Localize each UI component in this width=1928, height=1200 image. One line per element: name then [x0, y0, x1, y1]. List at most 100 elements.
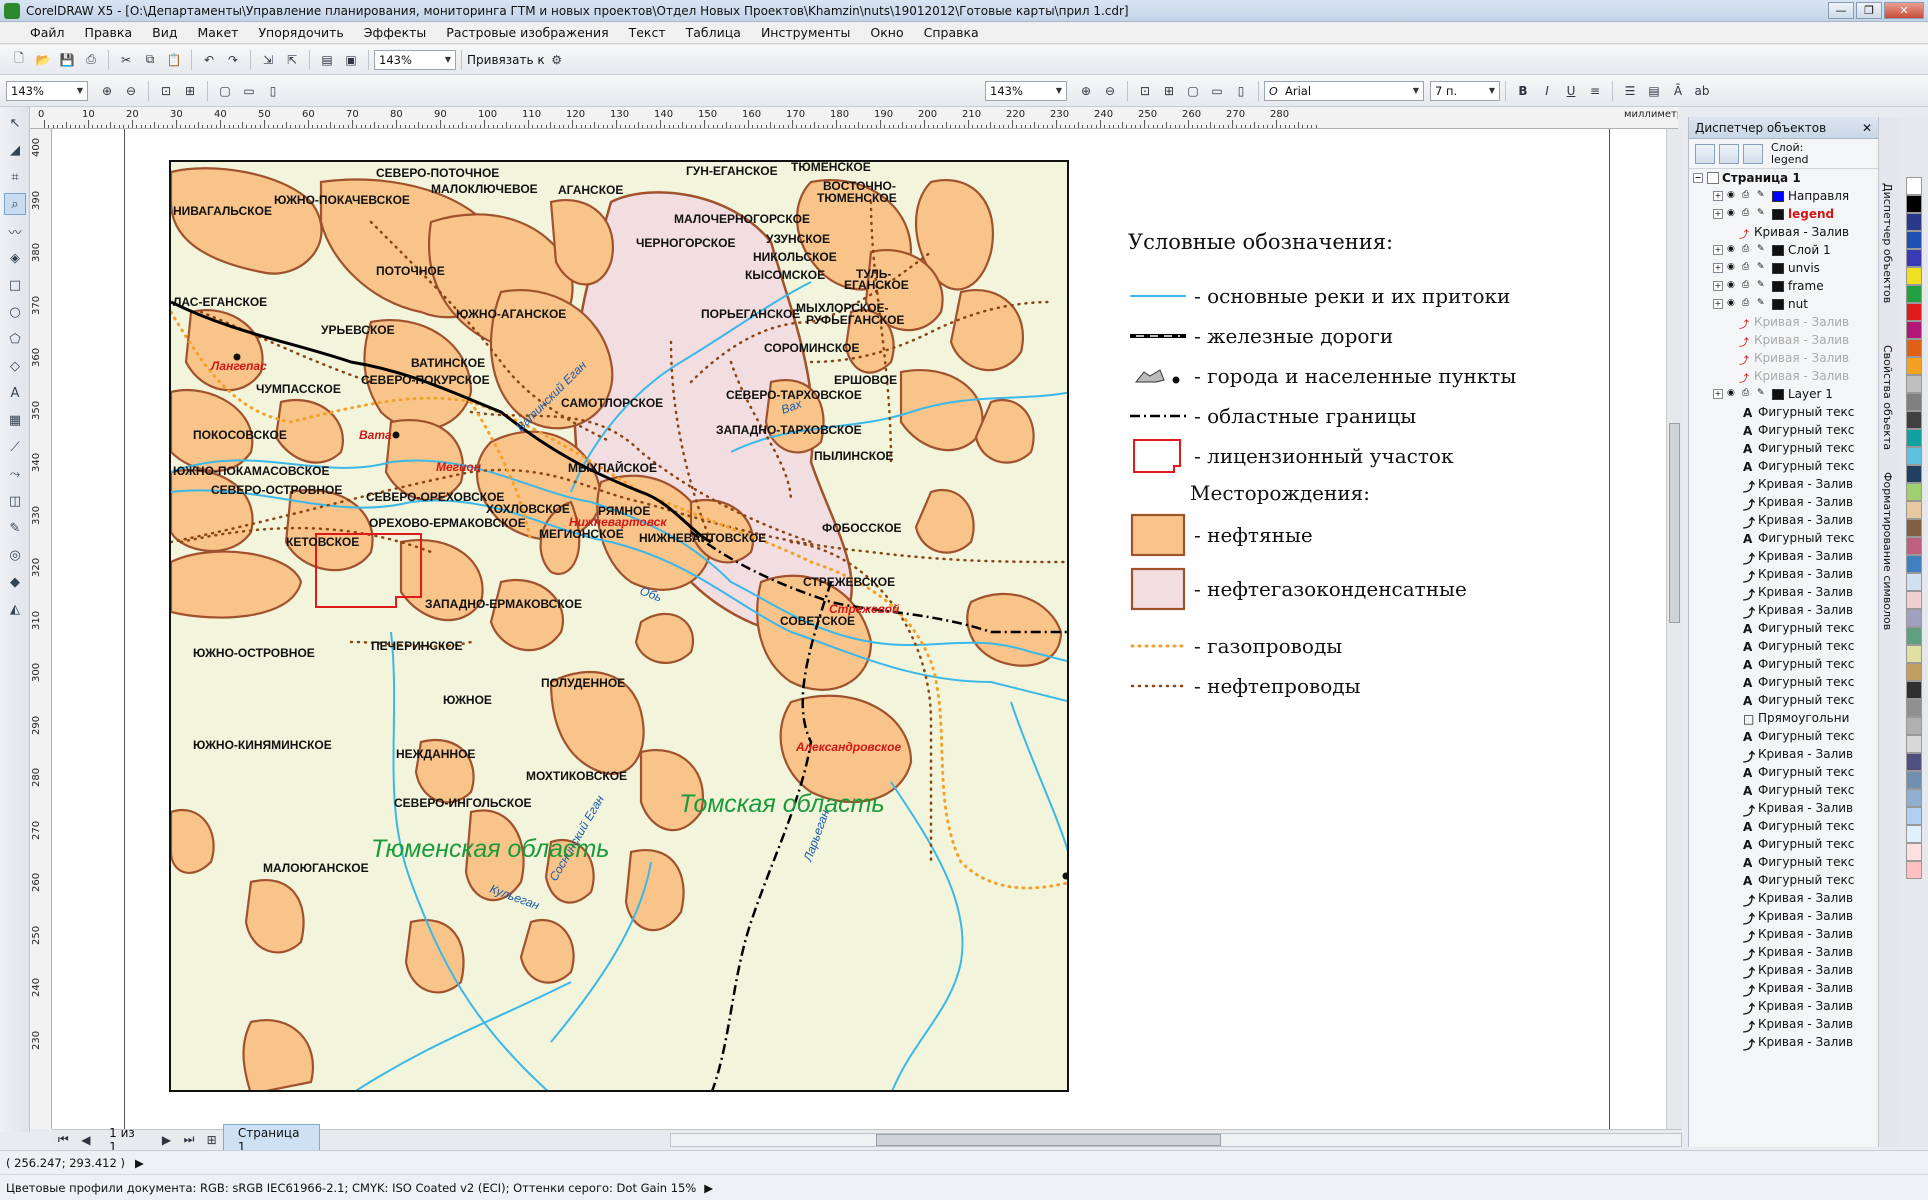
zoom-width-icon[interactable]: ▭ — [240, 82, 258, 100]
tree-object[interactable]: ⤴ Кривая - Залив — [1693, 565, 1878, 584]
zoom-selected-icon[interactable]: ⊡ — [1136, 82, 1154, 100]
tree-object[interactable]: A Фигурный текс — [1693, 637, 1878, 655]
color-swatch[interactable] — [1906, 681, 1922, 699]
tree-layer[interactable]: ⤴ Кривая - Залив — [1693, 223, 1878, 241]
snap-to-label[interactable]: Привязать к — [467, 53, 545, 67]
expand-icon[interactable]: + — [1713, 191, 1723, 201]
color-swatch[interactable] — [1906, 807, 1922, 825]
color-swatch[interactable] — [1906, 555, 1922, 573]
tree-object[interactable]: A Фигурный текс — [1693, 871, 1878, 889]
tab-object-properties[interactable]: Свойства объекта — [1879, 339, 1896, 456]
shape-tool-icon[interactable]: ◢ — [4, 139, 26, 161]
print-icon[interactable]: ⎙ — [1742, 298, 1754, 310]
open-icon[interactable]: 📂 — [34, 51, 52, 69]
expand-icon[interactable]: + — [1713, 299, 1723, 309]
new-document-icon[interactable]: 🗋 — [10, 51, 28, 69]
menu-tools[interactable]: Инструменты — [751, 25, 860, 40]
interactive-fill-icon[interactable]: ◭ — [4, 598, 26, 620]
color-swatch[interactable] — [1906, 573, 1922, 591]
color-swatch[interactable] — [1906, 789, 1922, 807]
bold-icon[interactable]: B — [1514, 82, 1532, 100]
tree-object[interactable]: ⤴ Кривая - Залив — [1693, 547, 1878, 566]
scroll-thumb[interactable] — [1669, 423, 1680, 623]
color-swatch[interactable] — [1906, 465, 1922, 483]
print-icon[interactable]: ⎙ — [1742, 190, 1754, 202]
tree-layer[interactable]: ⤴ Кривая - Залив — [1693, 367, 1878, 385]
print-icon[interactable]: ⎙ — [1742, 244, 1754, 256]
eye-icon[interactable]: ◉ — [1727, 280, 1739, 292]
tree-object[interactable]: ⤴ Кривая - Залив — [1693, 961, 1878, 980]
color-swatch[interactable] — [1906, 195, 1922, 213]
ellipse-tool-icon[interactable]: ○ — [4, 301, 26, 323]
print-icon[interactable]: ⎙ — [82, 51, 100, 69]
tree-object[interactable]: □ Прямоугольни — [1693, 709, 1878, 727]
crop-tool-icon[interactable]: ⌗ — [4, 166, 26, 188]
eye-icon[interactable]: ◉ — [1727, 262, 1739, 274]
minimize-icon[interactable]: — — [1828, 2, 1854, 19]
underline-icon[interactable]: U — [1562, 82, 1580, 100]
cut-icon[interactable]: ✂ — [117, 51, 135, 69]
copy-icon[interactable]: ⧉ — [141, 51, 159, 69]
color-swatch[interactable] — [1906, 825, 1922, 843]
horizontal-scrollbar[interactable] — [670, 1132, 1683, 1147]
zoom-tool-icon[interactable]: ⌕ — [4, 193, 26, 215]
eye-icon[interactable]: ◉ — [1727, 208, 1739, 220]
lock-icon[interactable]: ✎ — [1757, 298, 1769, 310]
tree-object[interactable]: A Фигурный текс — [1693, 673, 1878, 691]
color-swatch[interactable] — [1906, 285, 1922, 303]
tree-object[interactable]: ⤴ Кривая - Залив — [1693, 1033, 1878, 1052]
tab-character-formatting[interactable]: Форматирование символов — [1879, 466, 1896, 636]
italic-icon[interactable]: I — [1538, 82, 1556, 100]
show-properties-icon[interactable] — [1695, 143, 1715, 164]
vertical-scrollbar[interactable] — [1666, 129, 1682, 1129]
color-swatch[interactable] — [1906, 609, 1922, 627]
zoom-combo-right[interactable]: 143% ▼ — [985, 80, 1067, 101]
add-page-icon[interactable]: ⊞ — [203, 1131, 220, 1149]
tree-object[interactable]: ⤴ Кривая - Залив — [1693, 925, 1878, 944]
tree-object[interactable]: A Фигурный текс — [1693, 619, 1878, 637]
color-swatch[interactable] — [1906, 483, 1922, 501]
play-icon[interactable]: ▶ — [704, 1181, 713, 1195]
tree-layer[interactable]: + ◉ ⎙ ✎ Layer 1 — [1693, 385, 1878, 403]
smart-fill-icon[interactable]: ◈ — [4, 247, 26, 269]
polygon-tool-icon[interactable]: ⬠ — [4, 328, 26, 350]
next-page-icon[interactable]: ▶ — [158, 1131, 175, 1149]
tree-object[interactable]: A Фигурный текс — [1693, 439, 1878, 457]
tree-object[interactable]: ⤴ Кривая - Залив — [1693, 799, 1878, 818]
basic-shapes-icon[interactable]: ◇ — [4, 355, 26, 377]
text-format-icon[interactable]: Ā — [1669, 82, 1687, 100]
zoom-all-icon[interactable]: ⊞ — [1160, 82, 1178, 100]
first-page-icon[interactable]: ⏮ — [55, 1131, 72, 1149]
pick-tool-icon[interactable]: ↖ — [4, 112, 26, 134]
text-tool-icon[interactable]: A — [4, 382, 26, 404]
expand-icon[interactable]: + — [1713, 245, 1723, 255]
tree-layer[interactable]: + ◉ ⎙ ✎ frame — [1693, 277, 1878, 295]
tree-layer[interactable]: ⤴ Кривая - Залив — [1693, 331, 1878, 349]
zoom-height-icon[interactable]: ▯ — [1232, 82, 1250, 100]
color-swatch[interactable] — [1906, 177, 1922, 195]
tree-object[interactable]: ⤴ Кривая - Залив — [1693, 943, 1878, 962]
tree-object[interactable]: A Фигурный текс — [1693, 655, 1878, 673]
color-swatch[interactable] — [1906, 771, 1922, 789]
welcome-screen-icon[interactable]: ▣ — [342, 51, 360, 69]
application-launcher-icon[interactable]: ▤ — [318, 51, 336, 69]
layer-manager-view-icon[interactable] — [1743, 143, 1763, 164]
tree-object[interactable]: A Фигурный текс — [1693, 529, 1878, 547]
tree-object[interactable]: A Фигурный текс — [1693, 763, 1878, 781]
lock-icon[interactable]: ✎ — [1757, 280, 1769, 292]
color-swatch[interactable] — [1906, 627, 1922, 645]
eye-icon[interactable]: ◉ — [1727, 244, 1739, 256]
color-swatch[interactable] — [1906, 213, 1922, 231]
close-docker-icon[interactable]: ✕ — [1862, 121, 1878, 135]
vertical-ruler[interactable]: 400 390 380 370 360 350 340 330 320 310 300 290 280 2… — [30, 129, 52, 1129]
paste-icon[interactable]: 📋 — [165, 51, 183, 69]
import-icon[interactable]: ⇲ — [259, 51, 277, 69]
color-swatch[interactable] — [1906, 735, 1922, 753]
zoom-in-icon[interactable]: ⊕ — [98, 82, 116, 100]
play-icon[interactable]: ▶ — [135, 1156, 144, 1170]
options-icon[interactable]: ⚙ — [548, 51, 566, 69]
zoom-width-icon[interactable]: ▭ — [1208, 82, 1226, 100]
tree-object[interactable]: ⤴ Кривая - Залив — [1693, 979, 1878, 998]
expand-icon[interactable]: + — [1713, 389, 1723, 399]
color-swatch[interactable] — [1906, 861, 1922, 879]
